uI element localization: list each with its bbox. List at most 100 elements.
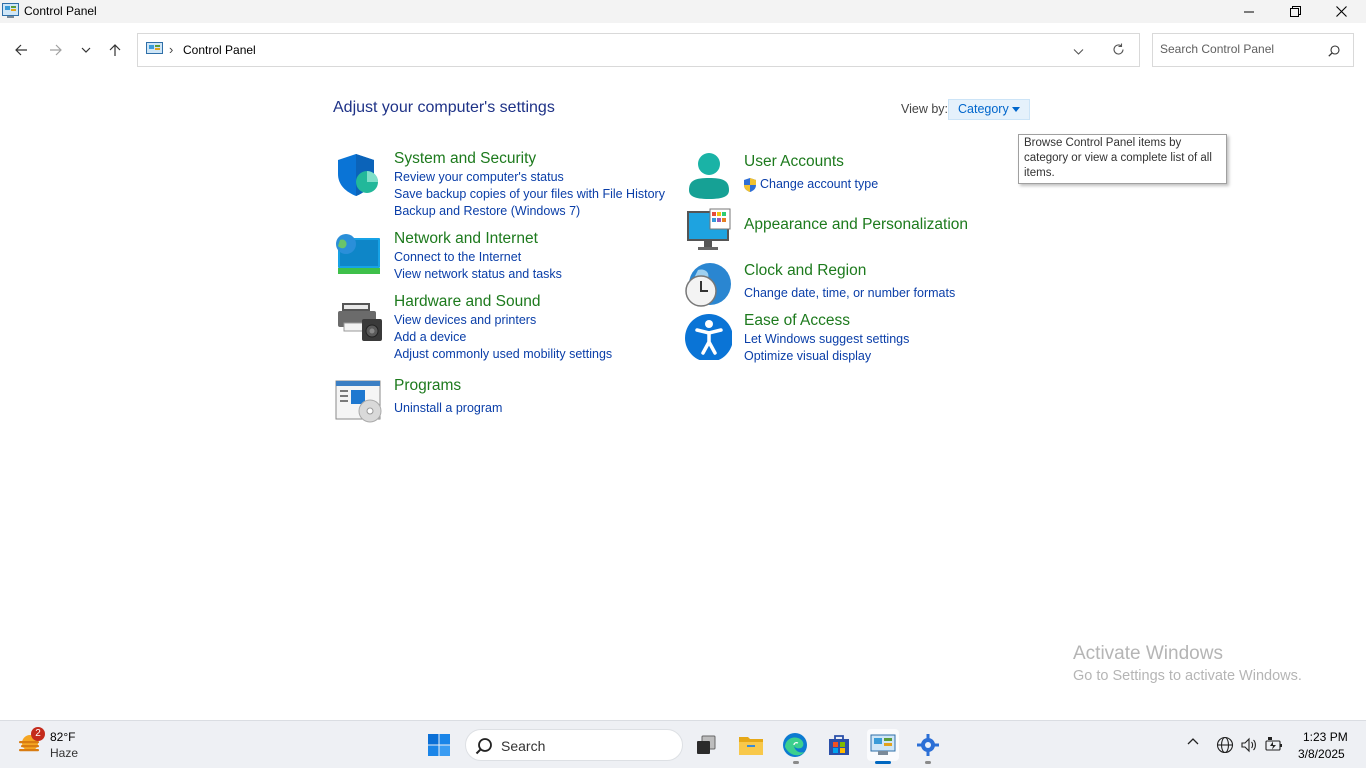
category-title-hardware-sound[interactable]: Hardware and Sound: [394, 293, 541, 311]
link-connect-internet[interactable]: Connect to the Internet: [394, 250, 521, 264]
link-network-status[interactable]: View network status and tasks: [394, 267, 562, 281]
link-file-history[interactable]: Save backup copies of your files with Fi…: [394, 187, 665, 201]
link-change-account-type[interactable]: Change account type: [760, 177, 878, 191]
pinned-app-button[interactable]: [912, 729, 944, 761]
link-date-time-formats[interactable]: Change date, time, or number formats: [744, 286, 955, 300]
running-app-indicator: [925, 761, 931, 764]
category-system-security: System and Security Review your computer…: [334, 150, 665, 220]
title-bar: Control Panel: [0, 0, 1366, 23]
store-icon: [829, 735, 849, 755]
clock-globe-icon[interactable]: [684, 262, 732, 310]
show-hidden-icons-button[interactable]: [1186, 735, 1200, 754]
chevron-down-icon: [1073, 49, 1084, 55]
start-button[interactable]: [423, 729, 455, 761]
link-optimize-visual-display[interactable]: Optimize visual display: [744, 349, 871, 363]
running-app-indicator: [793, 761, 799, 764]
link-review-status[interactable]: Review your computer's status: [394, 170, 564, 184]
weather-description: Haze: [50, 746, 79, 760]
battery-button[interactable]: [1265, 736, 1283, 759]
network-globe-icon[interactable]: [334, 230, 382, 278]
activate-windows-subtitle: Go to Settings to activate Windows.: [1073, 668, 1302, 684]
windows-logo-icon: [428, 734, 450, 756]
globe-icon: [1216, 736, 1234, 754]
address-bar[interactable]: › Control Panel: [137, 33, 1140, 67]
window-title: Control Panel: [24, 4, 97, 18]
restore-button[interactable]: [1272, 0, 1318, 23]
category-clock-region: Clock and Region Change date, time, or n…: [684, 262, 984, 312]
volume-button[interactable]: [1240, 736, 1258, 759]
category-hardware-sound: Hardware and Sound View devices and prin…: [334, 293, 664, 363]
category-title-appearance[interactable]: Appearance and Personalization: [744, 216, 968, 234]
gear-blue-icon: [917, 734, 939, 756]
category-title-programs[interactable]: Programs: [394, 377, 461, 395]
arrow-right-icon: [50, 44, 62, 56]
active-app-indicator: [875, 761, 891, 764]
category-title-clock-region[interactable]: Clock and Region: [744, 262, 866, 280]
page-title: Adjust your computer's settings: [333, 99, 555, 116]
speaker-icon: [1241, 737, 1256, 753]
control-panel-icon: [870, 734, 896, 755]
taskbar-search-label: Search: [501, 738, 546, 754]
category-programs: Programs Uninstall a program: [334, 377, 664, 423]
search-box[interactable]: [1152, 33, 1354, 67]
view-by-label: View by:: [901, 102, 949, 116]
taskbar-search[interactable]: Search: [465, 729, 683, 761]
link-devices-printers[interactable]: View devices and printers: [394, 313, 536, 327]
category-network-internet: Network and Internet Connect to the Inte…: [334, 230, 664, 282]
chevron-down-icon: [81, 47, 91, 53]
link-add-device[interactable]: Add a device: [394, 330, 466, 344]
edge-browser-button[interactable]: [779, 729, 811, 761]
up-button[interactable]: [103, 38, 127, 62]
network-status-button[interactable]: [1216, 736, 1234, 759]
recent-locations-button[interactable]: [74, 38, 98, 62]
forward-button[interactable]: [44, 38, 68, 62]
task-view-button[interactable]: [690, 729, 722, 761]
link-uninstall-program[interactable]: Uninstall a program: [394, 401, 502, 415]
battery-charging-icon: [1265, 737, 1282, 751]
folder-icon: [739, 737, 763, 755]
breadcrumb-control-panel[interactable]: Control Panel: [183, 43, 256, 57]
link-windows-suggest-settings[interactable]: Let Windows suggest settings: [744, 332, 909, 346]
control-panel-icon: [146, 42, 163, 61]
clock-date[interactable]: 3/8/2025: [1298, 747, 1345, 761]
category-title-system-security[interactable]: System and Security: [394, 150, 536, 168]
category-appearance: Appearance and Personalization: [684, 207, 984, 253]
category-user-accounts: User Accounts Change account type: [684, 152, 984, 202]
taskbar: 2 82°F Haze Search 1:23 PM 3/8/2025: [0, 720, 1366, 768]
programs-disc-icon[interactable]: [334, 377, 382, 425]
address-dropdown-button[interactable]: [1073, 44, 1084, 62]
category-title-ease-of-access[interactable]: Ease of Access: [744, 312, 850, 330]
close-button[interactable]: [1318, 0, 1364, 23]
minimize-button[interactable]: [1226, 0, 1272, 23]
view-by-value: Category: [958, 102, 1009, 116]
clock-time[interactable]: 1:23 PM: [1303, 730, 1348, 744]
accessibility-icon[interactable]: [684, 312, 733, 362]
view-by-tooltip: Browse Control Panel items by category o…: [1018, 134, 1227, 184]
activate-windows-title: Activate Windows: [1073, 643, 1223, 664]
link-mobility-settings[interactable]: Adjust commonly used mobility settings: [394, 347, 612, 361]
shield-icon[interactable]: [334, 150, 382, 198]
file-explorer-button[interactable]: [735, 729, 767, 761]
user-icon[interactable]: [684, 152, 732, 200]
view-by-dropdown[interactable]: Category: [948, 99, 1030, 120]
printer-speaker-icon[interactable]: [334, 293, 382, 341]
task-view-icon: [697, 735, 716, 754]
category-ease-of-access: Ease of Access Let Windows suggest setti…: [684, 312, 984, 364]
link-backup-restore[interactable]: Backup and Restore (Windows 7): [394, 204, 580, 218]
back-button[interactable]: [9, 38, 33, 62]
microsoft-store-button[interactable]: [823, 729, 855, 761]
refresh-icon: [1113, 43, 1124, 55]
search-icon: [1328, 44, 1340, 62]
control-panel-taskbar-button[interactable]: [867, 729, 899, 761]
breadcrumb-separator-icon: ›: [169, 42, 174, 57]
search-input[interactable]: [1160, 42, 1320, 56]
monitor-palette-icon[interactable]: [684, 207, 732, 255]
search-icon: [475, 737, 493, 760]
refresh-button[interactable]: [1112, 43, 1125, 61]
weather-temperature: 82°F: [50, 730, 76, 744]
category-title-user-accounts[interactable]: User Accounts: [744, 153, 844, 171]
control-panel-app-icon: [2, 3, 19, 23]
category-title-network-internet[interactable]: Network and Internet: [394, 230, 538, 248]
dropdown-arrow-icon: [1012, 107, 1020, 112]
control-panel-window: Control Panel › Control Panel Search Con…: [0, 0, 1366, 720]
